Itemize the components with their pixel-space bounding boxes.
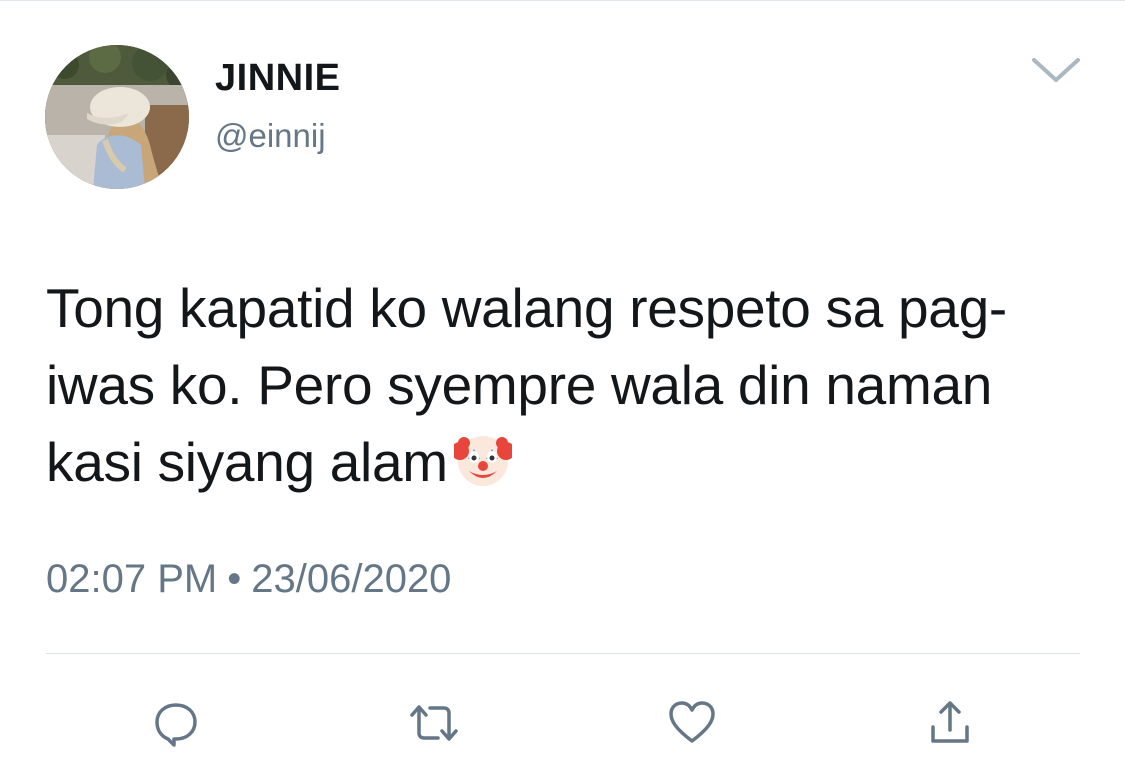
like-button[interactable] [664, 695, 720, 751]
clown-face-emoji [450, 431, 515, 489]
tweet-text: Tong kapatid ko walang respeto sa pag-iw… [46, 270, 1086, 501]
heart-icon [666, 697, 718, 749]
tweet-time: 02:07 PM [46, 557, 218, 601]
retweet-button[interactable] [406, 695, 462, 751]
timestamp-separator: • [227, 557, 242, 601]
user-handle[interactable]: @einnij [215, 116, 326, 156]
avatar[interactable] [45, 45, 189, 189]
avatar-image [45, 45, 189, 189]
reply-icon [150, 697, 202, 749]
share-icon [924, 697, 976, 749]
share-button[interactable] [922, 695, 978, 751]
display-name[interactable]: JINNIE [215, 56, 340, 100]
tweet-body: Tong kapatid ko walang respeto sa pag-iw… [46, 277, 1007, 493]
reply-button[interactable] [148, 695, 204, 751]
divider [46, 653, 1080, 654]
retweet-icon [406, 697, 462, 749]
tweet-timestamp[interactable]: 02:07 PM • 23/06/2020 [46, 555, 451, 603]
chevron-down-icon[interactable] [1028, 52, 1084, 86]
top-border [0, 0, 1125, 1]
tweet-date: 23/06/2020 [251, 557, 452, 601]
